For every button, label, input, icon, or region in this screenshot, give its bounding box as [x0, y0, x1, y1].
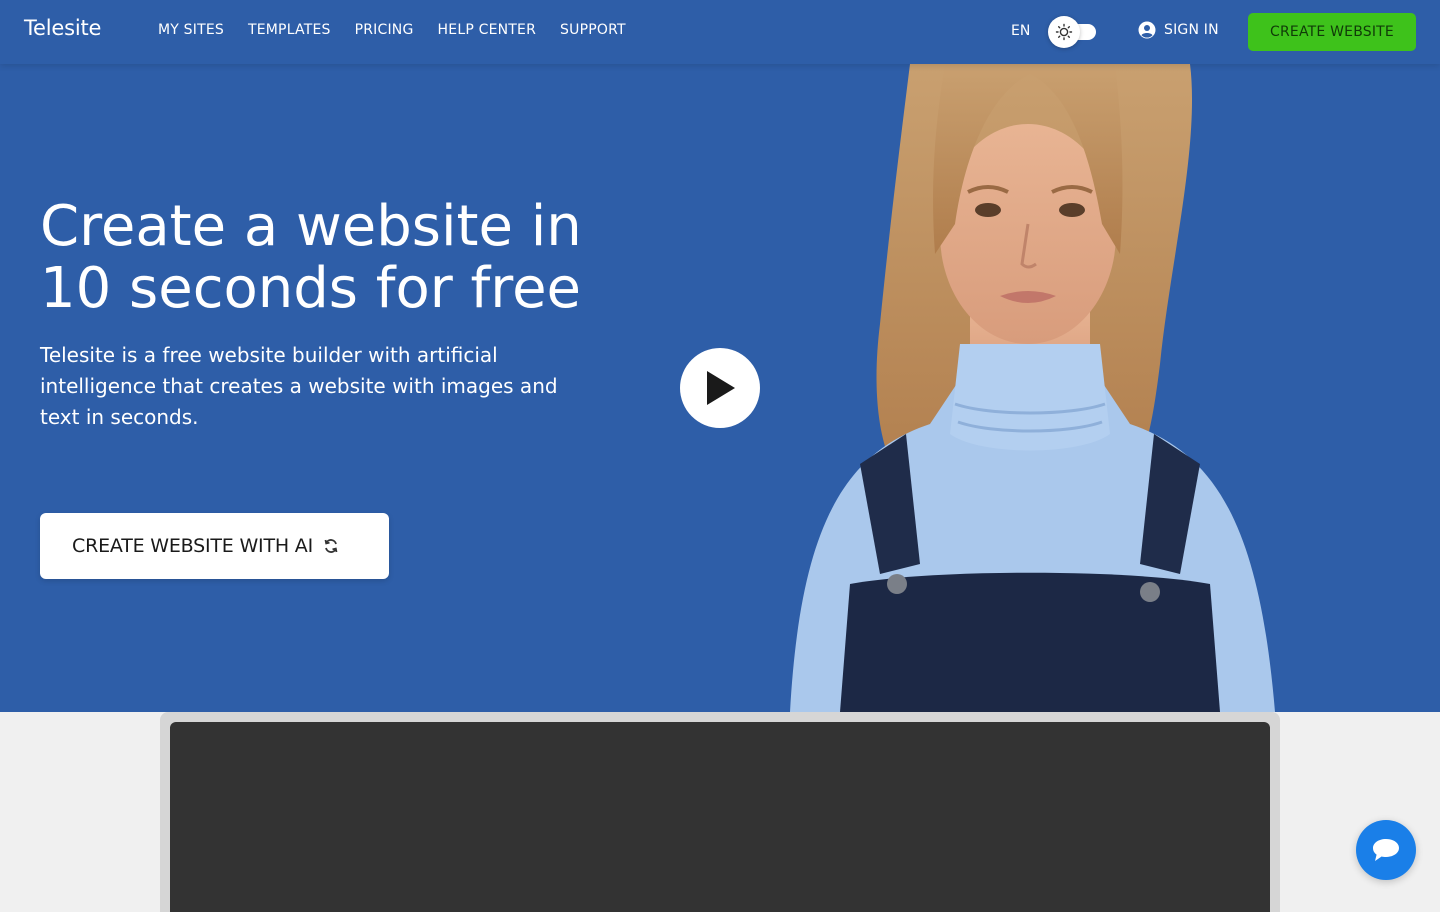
create-website-button[interactable]: CREATE WEBSITE — [1248, 13, 1416, 51]
chat-bubble-icon — [1373, 839, 1399, 861]
headline-line-1: Create a website in — [40, 194, 582, 259]
user-circle-icon — [1138, 21, 1156, 39]
presenter-video[interactable] — [730, 64, 1350, 712]
nav-link-my-sites[interactable]: MY SITES — [158, 22, 224, 38]
play-button[interactable] — [680, 348, 760, 428]
brand-logo[interactable]: Telesite — [24, 16, 101, 40]
create-website-with-ai-button[interactable]: CREATE WEBSITE WITH AI — [40, 513, 389, 579]
refresh-icon — [324, 539, 338, 553]
sign-in-link[interactable]: SIGN IN — [1138, 21, 1219, 39]
nav-link-pricing[interactable]: PRICING — [355, 22, 414, 38]
theme-toggle[interactable] — [1048, 16, 1096, 48]
hero-section: Create a website in 10 seconds for free … — [0, 0, 1440, 712]
sun-icon — [1055, 23, 1073, 41]
nav-link-support[interactable]: SUPPORT — [560, 22, 626, 38]
language-selector[interactable]: EN — [1011, 23, 1030, 39]
create-website-label: CREATE WEBSITE — [1270, 24, 1394, 40]
preview-screen — [170, 722, 1270, 912]
create-website-with-ai-label: CREATE WEBSITE WITH AI — [72, 535, 313, 557]
nav-link-help-center[interactable]: HELP CENTER — [438, 22, 536, 38]
play-icon — [707, 371, 735, 405]
hero-headline: Create a website in 10 seconds for free — [40, 196, 640, 320]
top-navigation: Telesite MY SITES TEMPLATES PRICING HELP… — [0, 0, 1440, 64]
sign-in-label: SIGN IN — [1164, 22, 1219, 38]
chat-button[interactable] — [1356, 820, 1416, 880]
headline-line-2: 10 seconds for free — [40, 256, 581, 321]
hero-subtext: Telesite is a free website builder with … — [40, 343, 558, 429]
theme-toggle-knob — [1048, 16, 1080, 48]
nav-link-templates[interactable]: TEMPLATES — [248, 22, 331, 38]
presenter-illustration — [790, 64, 1275, 712]
nav-links: MY SITES TEMPLATES PRICING HELP CENTER S… — [158, 22, 626, 38]
